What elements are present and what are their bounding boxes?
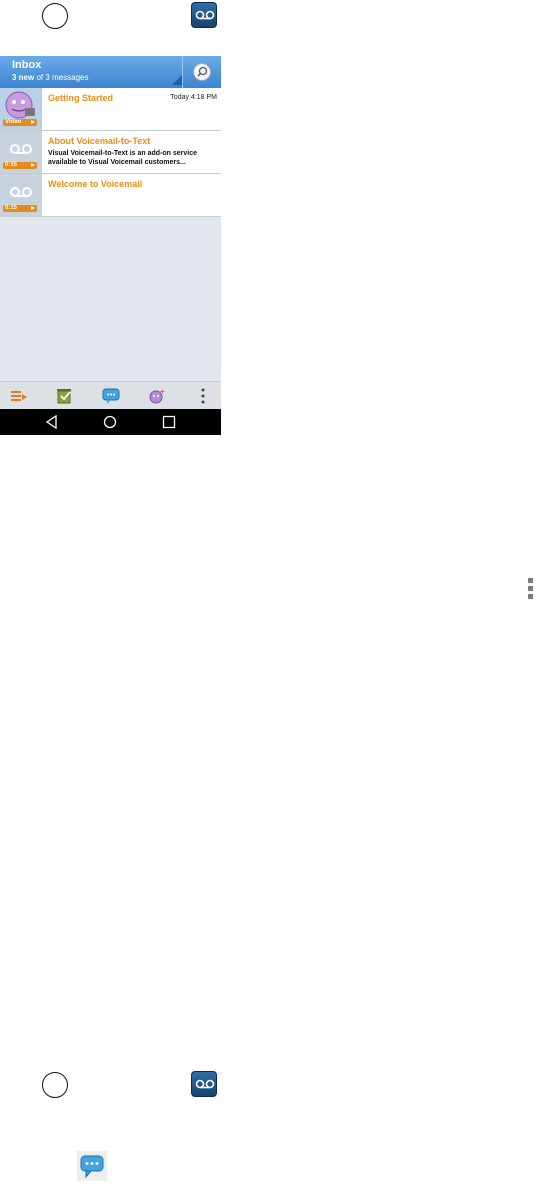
header-divider: [182, 56, 183, 88]
compose-message-icon[interactable]: [77, 1151, 107, 1181]
svg-text:+: +: [160, 387, 165, 396]
inbox-header: Inbox 3 new of 3 messages: [0, 56, 221, 88]
message-time: Today 4:18 PM: [170, 94, 217, 101]
home-button-icon[interactable]: [42, 3, 68, 29]
home-button-icon[interactable]: [42, 1072, 68, 1098]
corner-triangle-icon: [172, 75, 182, 85]
duration-badge: 0:15: [3, 205, 37, 212]
overflow-menu-icon[interactable]: [528, 578, 533, 599]
message-preview: Visual Voicemail-to-Text is an add-on se…: [48, 150, 197, 166]
message-title: Getting Started: [48, 93, 114, 103]
bottom-toolbar: +: [0, 381, 221, 410]
voicemail-app-icon[interactable]: [191, 2, 217, 28]
inbox-count: 3 new of 3 messages: [12, 73, 89, 82]
voicemail-thumb-icon: 0:15: [0, 174, 42, 216]
more-options-icon[interactable]: [201, 388, 205, 404]
home-icon[interactable]: [103, 415, 117, 429]
inbox-title: Inbox: [12, 59, 42, 71]
play-all-icon[interactable]: [10, 389, 28, 403]
compose-message-icon[interactable]: [102, 388, 120, 404]
message-row[interactable]: 0:15 About Voicemail-to-Text Visual Voic…: [0, 131, 221, 174]
search-icon[interactable]: [193, 63, 211, 81]
message-title: Welcome to Voicemail: [48, 179, 143, 189]
recents-icon[interactable]: [162, 415, 176, 429]
voicemail-thumb-icon: 0:15: [0, 131, 42, 173]
voicemail-inbox-screen: Inbox 3 new of 3 messages Video Getting …: [0, 56, 221, 435]
system-nav-bar: [0, 409, 221, 435]
video-badge: Video: [3, 119, 37, 126]
add-contact-icon[interactable]: +: [148, 387, 166, 405]
message-row[interactable]: Video Getting Started Today 4:18 PM: [0, 88, 221, 131]
delete-icon[interactable]: [56, 387, 74, 404]
duration-badge: 0:15: [3, 162, 37, 169]
voicemail-app-icon[interactable]: [191, 1071, 217, 1097]
message-row[interactable]: 0:15 Welcome to Voicemail: [0, 174, 221, 217]
back-icon[interactable]: [45, 415, 59, 429]
message-title: About Voicemail-to-Text: [48, 136, 151, 146]
avatar-video-icon: Video: [0, 88, 42, 130]
